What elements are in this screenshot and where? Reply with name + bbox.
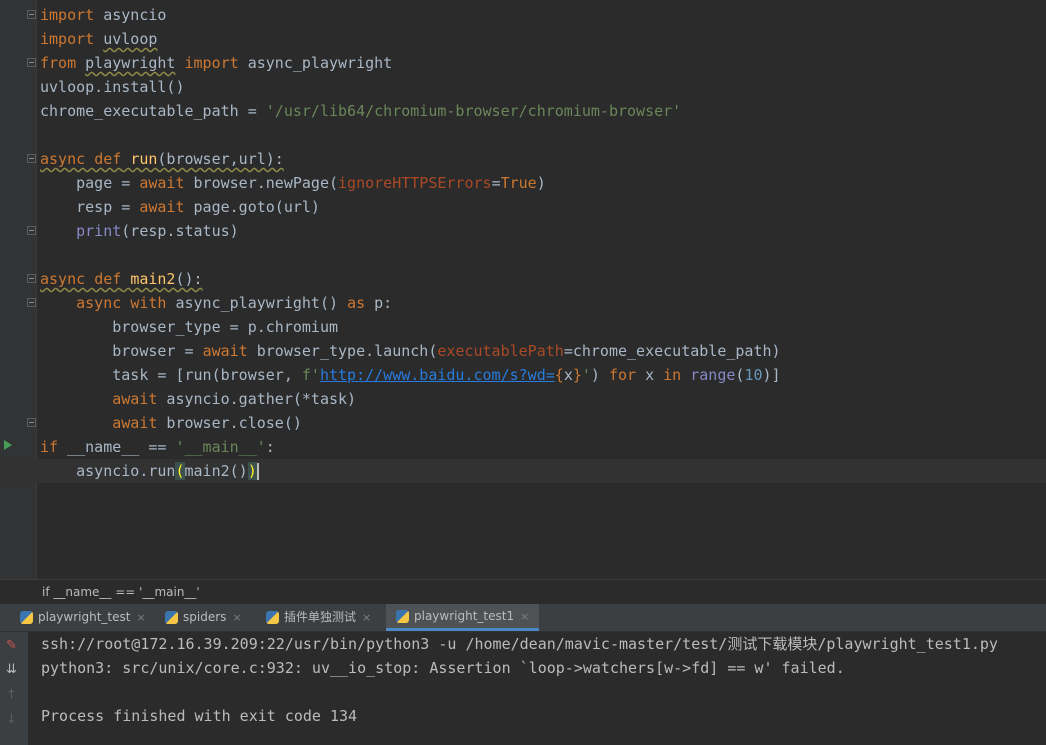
- run-toolbar: ✎ ⇊ ↑ ↓: [0, 632, 28, 745]
- down-arrow-icon[interactable]: ↓: [6, 712, 17, 727]
- text-caret: [256, 463, 259, 480]
- fold-marker-icon[interactable]: [27, 226, 36, 235]
- code-line: async with async_playwright() as p:: [76, 294, 393, 312]
- breadcrumb-item[interactable]: if __name__ == '__main__': [42, 585, 200, 599]
- code-line: uvloop.install(): [40, 78, 185, 96]
- editor-gutter: [0, 0, 37, 579]
- code-line: resp = await page.goto(url): [40, 198, 320, 216]
- code-line: if __name__ == '__main__':: [40, 438, 275, 456]
- breadcrumb[interactable]: if __name__ == '__main__': [0, 579, 1046, 604]
- code-line: from playwright import async_playwright: [40, 54, 393, 72]
- code-line: async def main2():: [40, 270, 203, 288]
- fold-marker-icon[interactable]: [27, 418, 36, 427]
- tab-label: spiders: [183, 610, 227, 624]
- close-icon[interactable]: ×: [362, 604, 371, 631]
- console-line: ssh://root@172.16.39.209:22/usr/bin/pyth…: [41, 635, 998, 653]
- code-line: task = [run(browser, f'http://www.baidu.…: [40, 366, 781, 384]
- fold-marker-icon[interactable]: [27, 298, 36, 307]
- console-line: python3: src/unix/core.c:932: uv__io_sto…: [41, 659, 845, 677]
- code-line: browser = await browser_type.launch(exec…: [40, 342, 781, 360]
- tab-playwright-test[interactable]: playwright_test ×: [20, 604, 146, 631]
- tab-label: playwright_test1: [414, 608, 515, 623]
- close-icon[interactable]: ×: [520, 603, 529, 630]
- current-code-line: asyncio.run(main2()): [0, 459, 1046, 483]
- tab-playwright-test1[interactable]: playwright_test1 ×: [386, 603, 540, 631]
- tab-label: 插件单独测试: [284, 610, 357, 624]
- close-icon[interactable]: ×: [136, 604, 145, 631]
- fold-marker-icon[interactable]: [27, 154, 36, 163]
- code-editor[interactable]: import asyncio import uvloop from playwr…: [0, 0, 1046, 579]
- close-icon[interactable]: ×: [232, 604, 241, 631]
- code-line: await browser.close(): [112, 414, 302, 432]
- fold-marker-icon[interactable]: [27, 274, 36, 283]
- tab-label: playwright_test: [38, 610, 131, 624]
- python-icon: [396, 609, 409, 623]
- code-lines: import asyncio import uvloop from playwr…: [0, 3, 1046, 483]
- fold-marker-icon[interactable]: [27, 10, 36, 19]
- code-line: page = await browser.newPage(ignoreHTTPS…: [40, 174, 546, 192]
- run-tabs: playwright_test × spiders × 插件单独测试 × pla…: [0, 604, 1046, 632]
- sort-icon[interactable]: ⇊: [6, 662, 17, 677]
- tab-plugin-test[interactable]: 插件单独测试 ×: [266, 604, 371, 631]
- tab-spiders[interactable]: spiders ×: [165, 604, 242, 631]
- console-line: Process finished with exit code 134: [41, 707, 358, 725]
- code-line: chrome_executable_path = '/usr/lib64/chr…: [40, 102, 682, 120]
- up-arrow-icon[interactable]: ↑: [6, 688, 17, 703]
- code-line: browser_type = p.chromium: [40, 318, 339, 336]
- run-console[interactable]: ssh://root@172.16.39.209:22/usr/bin/pyth…: [28, 632, 1046, 745]
- run-icon[interactable]: [4, 440, 12, 450]
- python-icon: [20, 611, 33, 624]
- code-line: async def run(browser,url):: [40, 150, 284, 168]
- python-icon: [266, 611, 279, 624]
- code-line: print(resp.status): [76, 222, 239, 240]
- code-line: import uvloop: [40, 30, 158, 48]
- edit-icon[interactable]: ✎: [6, 638, 17, 653]
- code-line: await asyncio.gather(*task): [112, 390, 357, 408]
- code-line: import asyncio: [40, 6, 167, 24]
- python-icon: [165, 611, 178, 624]
- fold-marker-icon[interactable]: [27, 58, 36, 67]
